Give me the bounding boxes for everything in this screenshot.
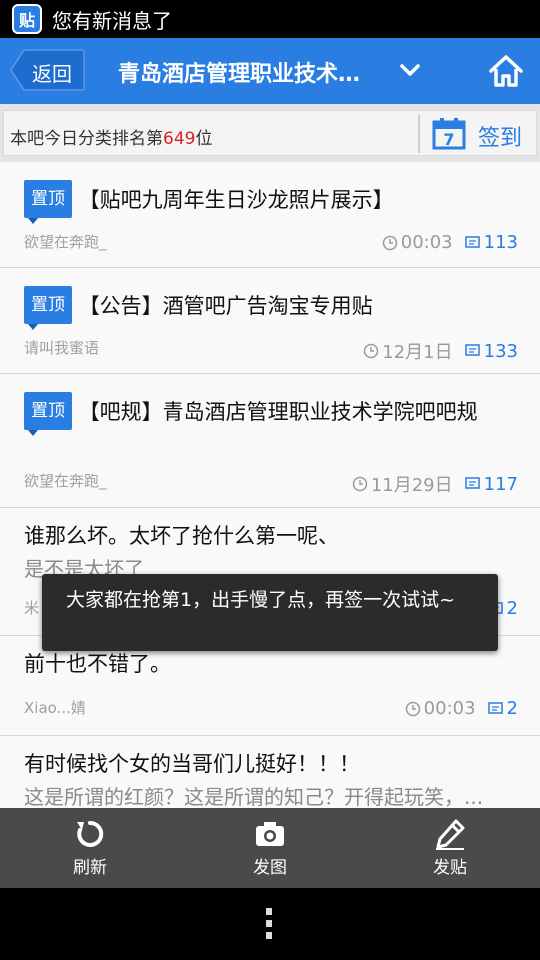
post-author: 欲望在奔跑_ xyxy=(24,472,107,490)
reply-count: 113 xyxy=(483,232,518,253)
rank-box: 本吧今日分类排名第649位 7 签到 xyxy=(3,110,537,156)
photo-label: 发图 xyxy=(253,858,287,878)
new-post-button[interactable]: 发贴 xyxy=(400,808,500,888)
post-title-text: 【吧规】青岛酒店管理职业技术学院吧吧规 xyxy=(78,400,478,424)
reply-count: 117 xyxy=(483,473,518,495)
rank-text: 本吧今日分类排名第649位 xyxy=(10,124,212,149)
reply-icon xyxy=(487,701,503,714)
clock-icon xyxy=(364,343,379,359)
divider xyxy=(418,115,420,153)
reply-icon xyxy=(464,235,480,248)
post-subtitle: 这是所谓的红颜？这是所谓的知己？开得起玩笑，... xyxy=(24,785,484,809)
toast-message: 大家都在抢第1，出手慢了点，再签一次试试~ xyxy=(42,574,498,651)
post-author: Xiao...婧 xyxy=(24,699,86,717)
reply-count: 2 xyxy=(506,698,518,719)
refresh-label: 刷新 xyxy=(73,858,107,878)
pinned-badge: 置顶 xyxy=(24,392,72,436)
post-meta: 00:03 113 xyxy=(382,232,518,253)
post-title-text: 前十也不错了。 xyxy=(24,652,171,676)
tieba-app-icon: 贴 xyxy=(12,4,42,34)
calendar-day: 7 xyxy=(443,130,454,149)
reply-icon xyxy=(464,344,480,356)
rank-number: 649 xyxy=(163,129,196,149)
post-time: 12月1日 xyxy=(382,342,453,363)
clock-icon xyxy=(405,701,420,716)
home-icon[interactable] xyxy=(488,54,524,92)
post-author: 请叫我蜜语 xyxy=(24,339,100,357)
page-title[interactable]: 青岛酒店管理职业技术学院吧 xyxy=(118,56,380,88)
list-item[interactable]: 有时候找个女的当哥们儿挺好！！！ 这是所谓的红颜？这是所谓的知己？开得起玩笑，.… xyxy=(0,736,540,809)
chevron-down-icon[interactable] xyxy=(398,58,422,86)
list-item[interactable]: 置顶 【公告】酒管吧广告淘宝专用贴 请叫我蜜语 12月1日 133 xyxy=(0,268,540,374)
back-label: 返回 xyxy=(32,62,72,86)
post-title: 置顶 【吧规】青岛酒店管理职业技术学院吧吧规 xyxy=(24,392,520,436)
bottom-toolbar: 刷新 发图 发贴 xyxy=(0,808,540,888)
pencil-icon xyxy=(436,819,465,850)
list-item[interactable]: 置顶 【贴吧九周年生日沙龙照片展示】 欲望在奔跑_ 00:03 113 xyxy=(0,162,540,268)
rank-prefix: 本吧今日分类排名第 xyxy=(10,129,163,149)
clock-icon xyxy=(382,235,398,250)
reply-count: 2 xyxy=(506,598,518,619)
post-title-text: 【贴吧九周年生日沙龙照片展示】 xyxy=(78,188,394,212)
list-item[interactable]: 前十也不错了。 Xiao...婧 00:03 2 xyxy=(0,636,540,736)
post-author: 米 xyxy=(24,599,40,617)
overflow-menu-icon[interactable] xyxy=(266,908,274,944)
post-photo-button[interactable]: 发图 xyxy=(220,808,320,888)
pinned-badge: 置顶 xyxy=(24,180,72,224)
post-label: 发贴 xyxy=(433,858,467,878)
status-bar: 贴 您有新消息了 xyxy=(0,0,540,38)
post-meta: 11月29日 117 xyxy=(352,471,518,497)
refresh-button[interactable]: 刷新 xyxy=(40,808,140,888)
post-meta: 00:03 2 xyxy=(405,698,518,719)
post-time: 00:03 xyxy=(400,232,453,253)
camera-icon xyxy=(256,822,284,846)
system-nav-bar xyxy=(0,888,540,960)
rank-bar: 本吧今日分类排名第649位 7 签到 xyxy=(0,104,540,162)
refresh-icon xyxy=(77,820,104,847)
signin-label: 签到 xyxy=(478,126,523,151)
post-meta: 12月1日 133 xyxy=(363,338,518,364)
clock-icon xyxy=(352,476,368,492)
post-title: 置顶 【公告】酒管吧广告淘宝专用贴 xyxy=(24,286,520,330)
post-title: 置顶 【贴吧九周年生日沙龙照片展示】 xyxy=(24,180,520,224)
post-time: 11月29日 xyxy=(370,475,453,496)
title-bar: 返回 青岛酒店管理职业技术学院吧 xyxy=(0,38,540,104)
rank-suffix: 位 xyxy=(195,129,213,149)
pinned-badge: 置顶 xyxy=(24,286,72,330)
post-title-text: 有时候找个女的当哥们儿挺好！！！ xyxy=(24,752,360,776)
list-item[interactable]: 置顶 【吧规】青岛酒店管理职业技术学院吧吧规 欲望在奔跑_ 11月29日 117 xyxy=(0,374,540,508)
post-title-text: 【公告】酒管吧广告淘宝专用贴 xyxy=(78,294,373,318)
calendar-icon: 7 xyxy=(432,118,466,150)
reply-count: 133 xyxy=(483,340,518,362)
reply-icon xyxy=(464,477,480,489)
post-time: 00:03 xyxy=(423,698,476,719)
signin-button[interactable]: 7 签到 xyxy=(432,115,536,153)
post-author: 欲望在奔跑_ xyxy=(24,233,107,251)
post-title-text: 谁那么坏。太坏了抢什么第一呢、 xyxy=(24,524,339,548)
back-button[interactable]: 返回 xyxy=(10,49,85,91)
notification-text: 您有新消息了 xyxy=(52,8,172,33)
